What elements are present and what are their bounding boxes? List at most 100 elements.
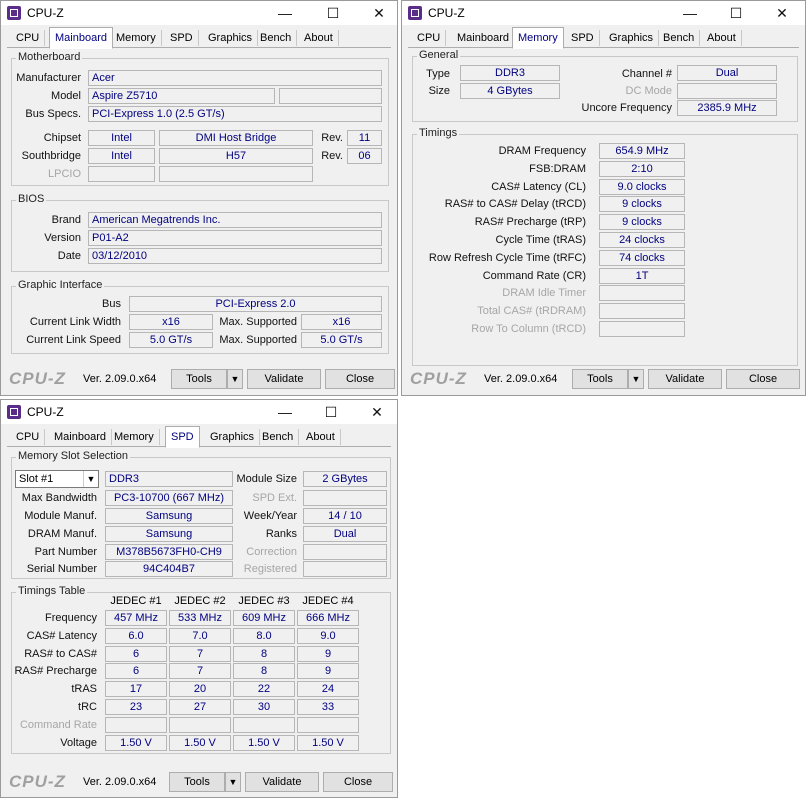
timing-value: 654.9 MHz: [599, 143, 685, 159]
module-size-label: Module Size: [236, 473, 297, 485]
minimize-icon[interactable]: —: [265, 400, 305, 424]
window-title: CPU-Z: [27, 6, 64, 20]
tab-bench[interactable]: Bench: [255, 30, 298, 46]
validate-button[interactable]: Validate: [245, 772, 319, 792]
maximize-icon[interactable]: ☐: [313, 1, 353, 25]
module-manuf-field: Samsung: [105, 508, 233, 524]
date-label: Date: [57, 250, 81, 262]
timings-row-label: CAS# Latency: [26, 629, 97, 642]
tab-graphics[interactable]: Graphics: [604, 30, 660, 46]
lpcio-label: LPCIO: [47, 168, 81, 180]
spd-ext-field: [303, 490, 387, 506]
minimize-icon[interactable]: —: [670, 1, 710, 25]
timing-value: [599, 303, 685, 320]
timing-value: 2:10: [599, 160, 685, 177]
timing-value: 1T: [599, 267, 685, 284]
close-icon[interactable]: ✕: [762, 1, 802, 25]
timing-value: [599, 285, 685, 302]
tools-button[interactable]: Tools: [171, 369, 227, 389]
max-bandwidth-label: Max Bandwidth: [21, 492, 97, 504]
tab-about[interactable]: About: [301, 429, 341, 445]
tools-button[interactable]: Tools: [169, 772, 225, 792]
validate-button[interactable]: Validate: [247, 369, 321, 389]
tab-graphics[interactable]: Graphics: [203, 30, 259, 46]
timing-label: DRAM Idle Timer: [502, 287, 586, 300]
link-width-field: x16: [129, 314, 213, 330]
tools-dropdown-icon[interactable]: ▼: [628, 369, 644, 389]
timing-value: 9 clocks: [599, 214, 685, 231]
tab-graphics[interactable]: Graphics: [205, 429, 261, 445]
correction-label: Correction: [246, 546, 297, 558]
timing-label: CAS# Latency (CL): [491, 180, 586, 193]
tab-bench[interactable]: Bench: [658, 30, 701, 46]
tab-cpu[interactable]: CPU: [11, 30, 46, 46]
tab-spd[interactable]: SPD: [566, 30, 600, 46]
tab-memory[interactable]: Memory: [512, 27, 564, 49]
tab-bench[interactable]: Bench: [257, 429, 300, 445]
bus-specs-label: Bus Specs.: [25, 108, 81, 120]
timings-cell: 7: [169, 645, 231, 662]
memory-type-field: DDR3: [105, 471, 233, 487]
tools-dropdown-icon[interactable]: ▼: [227, 369, 243, 389]
tab-bar: CPU Mainboard Memory SPD Graphics Bench …: [7, 27, 391, 49]
timings-cell: 17: [105, 681, 167, 698]
lpcio-vendor-field: [88, 166, 155, 182]
bottom-bar: CPU-Z Ver. 2.09.0.x64 Tools ▼ Validate C…: [402, 367, 805, 391]
tab-cpu[interactable]: CPU: [412, 30, 447, 46]
timing-label: FSB:DRAM: [529, 162, 586, 175]
close-button[interactable]: Close: [726, 369, 800, 389]
chipset-vendor-field: Intel: [88, 130, 155, 146]
maximize-icon[interactable]: ☐: [716, 1, 756, 25]
timing-value: 74 clocks: [599, 249, 685, 266]
timing-label: Total CAS# (tRDRAM): [477, 305, 586, 318]
minimize-icon[interactable]: —: [265, 1, 305, 25]
close-button[interactable]: Close: [325, 369, 395, 389]
title-bar[interactable]: CPU-Z — ☐ ✕: [1, 1, 397, 25]
timing-label: RAS# to CAS# Delay (tRCD): [444, 198, 586, 211]
tab-bar: CPU Mainboard Memory SPD Graphics Bench …: [7, 426, 391, 448]
timing-value: 24 clocks: [599, 232, 685, 248]
timings-cell: 8: [233, 663, 295, 680]
date-field: 03/12/2010: [88, 248, 382, 264]
title-bar[interactable]: CPU-Z — ☐ ✕: [1, 400, 397, 424]
type-label: Type: [426, 68, 450, 80]
tab-about[interactable]: About: [702, 30, 742, 46]
version-label: Version: [44, 232, 81, 244]
group-title: Memory Slot Selection: [16, 450, 131, 462]
tools-dropdown-icon[interactable]: ▼: [225, 772, 241, 792]
close-icon[interactable]: ✕: [359, 1, 399, 25]
maximize-icon[interactable]: ☐: [311, 400, 351, 424]
tab-mainboard[interactable]: Mainboard: [49, 27, 113, 49]
close-icon[interactable]: ✕: [357, 400, 397, 424]
dc-mode-label: DC Mode: [625, 85, 672, 97]
channel-field: Dual: [677, 65, 777, 81]
tab-about[interactable]: About: [299, 30, 339, 46]
timings-cell: [169, 716, 231, 733]
chipset-rev-label: Rev.: [321, 132, 343, 144]
validate-button[interactable]: Validate: [648, 369, 722, 389]
title-bar[interactable]: CPU-Z — ☐ ✕: [402, 1, 805, 25]
spd-ext-label: SPD Ext.: [252, 492, 297, 504]
week-year-field: 14 / 10: [303, 508, 387, 524]
max-bandwidth-field: PC3-10700 (667 MHz): [105, 490, 233, 506]
tab-cpu[interactable]: CPU: [11, 429, 46, 445]
tab-spd[interactable]: SPD: [165, 426, 200, 448]
model-extra-field: [279, 88, 382, 104]
close-button[interactable]: Close: [323, 772, 393, 792]
tab-memory[interactable]: Memory: [109, 429, 160, 445]
slot-select[interactable]: Slot #1 ▼: [15, 470, 99, 488]
timings-cell: [297, 716, 359, 733]
tab-spd[interactable]: SPD: [165, 30, 199, 46]
max-speed-field: 5.0 GT/s: [301, 332, 382, 348]
group-title: Timings Table: [16, 585, 88, 597]
tab-mainboard[interactable]: Mainboard: [452, 30, 515, 46]
timings-column-header: JEDEC #4: [302, 595, 354, 607]
timings-row-label: tRC: [78, 701, 97, 713]
tab-mainboard[interactable]: Mainboard: [49, 429, 112, 445]
timing-label: Cycle Time (tRAS): [495, 234, 586, 246]
timings-row-label: Command Rate: [19, 718, 97, 731]
tab-memory[interactable]: Memory: [111, 30, 162, 46]
gi-bus-label: Bus: [102, 298, 121, 310]
tools-button[interactable]: Tools: [572, 369, 628, 389]
timing-label: Command Rate (CR): [482, 269, 586, 282]
